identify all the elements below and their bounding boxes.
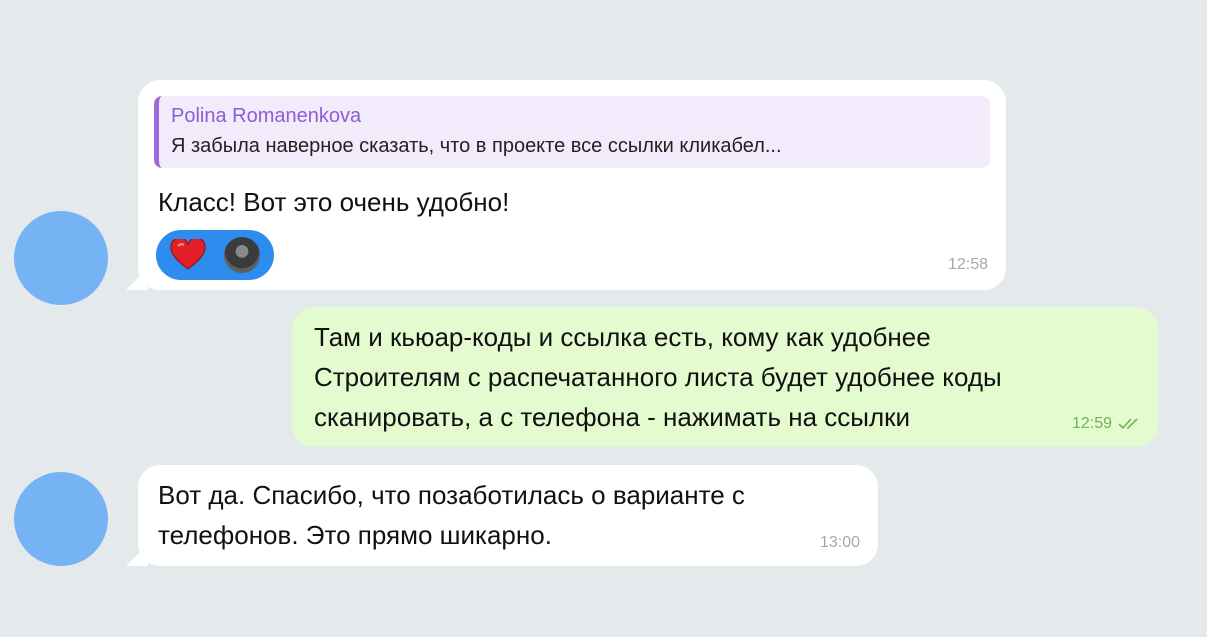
read-checkmark-icon xyxy=(1118,418,1138,430)
incoming-message-bubble[interactable]: Polina Romanenkova Я забыла наверное ска… xyxy=(126,80,1006,290)
outgoing-message-bubble[interactable]: Там и кьюар-коды и ссылка есть, кому как… xyxy=(292,307,1158,447)
message-line: телефонов. Это прямо шикарно. xyxy=(158,520,552,550)
message-time: 13:00 xyxy=(819,534,860,551)
reply-quote[interactable]: Polina Romanenkova Я забыла наверное ска… xyxy=(154,96,990,168)
sender-avatar[interactable] xyxy=(14,211,108,305)
reply-quoted-text: Я забыла наверное сказать, что в проекте… xyxy=(171,135,782,157)
message-time: 12:58 xyxy=(947,256,988,273)
bubble-tail xyxy=(126,544,148,566)
sender-avatar[interactable] xyxy=(14,472,108,566)
message-line: сканировать, а с телефона - нажимать на … xyxy=(314,402,911,432)
reaction-pill[interactable] xyxy=(156,230,274,280)
message-time: 12:59 xyxy=(1071,415,1112,432)
message-line: Вот да. Спасибо, что позаботилась о вари… xyxy=(158,480,745,510)
message-text: Класс! Вот это очень удобно! xyxy=(158,187,510,217)
message-line: Там и кьюар-коды и ссылка есть, кому как… xyxy=(314,322,931,352)
reaction-user-avatar xyxy=(222,235,262,275)
message-text: Вот да. Спасибо, что позаботилась о вари… xyxy=(158,475,745,555)
heart-icon xyxy=(170,239,206,270)
reply-author-name: Polina Romanenkova xyxy=(171,105,362,127)
message-line: Строителям с распечатанного листа будет … xyxy=(314,362,1002,392)
incoming-message-bubble[interactable]: Вот да. Спасибо, что позаботилась о вари… xyxy=(126,465,878,566)
bubble-tail xyxy=(126,268,148,290)
message-text: Там и кьюар-коды и ссылка есть, кому как… xyxy=(314,317,1002,437)
